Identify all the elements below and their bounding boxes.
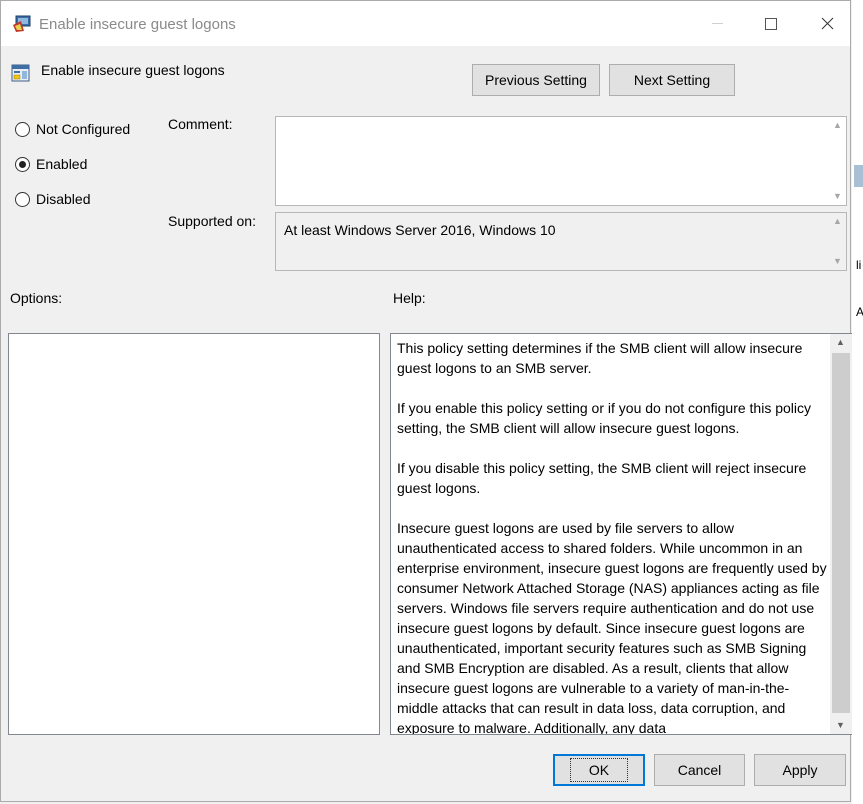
scroll-up-icon[interactable]: ▲ xyxy=(829,213,846,230)
scroll-down-icon[interactable]: ▼ xyxy=(832,717,849,734)
ok-button-label: OK xyxy=(569,758,629,782)
scroll-up-icon[interactable]: ▲ xyxy=(832,334,849,351)
background-window-edge xyxy=(852,0,863,804)
comment-scrollbar[interactable]: ▲ ▼ xyxy=(829,117,846,205)
close-icon xyxy=(821,17,833,30)
title-bar[interactable]: Enable insecure guest logons xyxy=(1,1,850,46)
close-button[interactable] xyxy=(804,1,850,46)
background-window-highlight xyxy=(854,165,863,187)
radio-not-configured-label: Not Configured xyxy=(36,121,131,137)
background-window-text: A xyxy=(856,305,863,319)
radio-not-configured-circle[interactable] xyxy=(15,121,30,137)
policy-name: Enable insecure guest logons xyxy=(41,62,225,78)
supported-on-value: At least Windows Server 2016, Windows 10 xyxy=(284,222,556,238)
cancel-button[interactable]: Cancel xyxy=(654,754,745,786)
maximize-icon xyxy=(765,17,777,30)
radio-disabled-circle[interactable] xyxy=(15,191,30,207)
supported-scrollbar[interactable]: ▲ ▼ xyxy=(829,213,846,270)
policy-dialog: Enable insecure guest logons Enable inse… xyxy=(0,0,853,802)
help-paragraph: This policy setting determines if the SM… xyxy=(397,340,803,376)
previous-setting-button[interactable]: Previous Setting xyxy=(472,64,600,96)
scroll-down-icon[interactable]: ▼ xyxy=(829,188,846,205)
group-policy-icon xyxy=(13,15,31,32)
radio-enabled-circle[interactable] xyxy=(15,156,30,172)
scroll-up-icon[interactable]: ▲ xyxy=(829,117,846,134)
help-scrollbar[interactable]: ▲ ▼ xyxy=(830,334,852,734)
help-scroll-thumb[interactable] xyxy=(832,353,850,713)
radio-enabled-label: Enabled xyxy=(36,156,88,172)
radio-disabled[interactable]: Disabled xyxy=(15,191,90,207)
options-panel xyxy=(8,333,380,735)
help-panel[interactable]: This policy setting determines if the SM… xyxy=(390,333,853,735)
scroll-down-icon[interactable]: ▼ xyxy=(829,253,846,270)
policy-setting-icon xyxy=(11,64,30,82)
next-setting-button[interactable]: Next Setting xyxy=(609,64,735,96)
comment-label: Comment: xyxy=(168,116,233,132)
minimize-icon xyxy=(711,23,723,24)
radio-enabled[interactable]: Enabled xyxy=(15,156,87,172)
minimize-button[interactable] xyxy=(694,1,740,46)
help-paragraph: If you disable this policy setting, the … xyxy=(397,460,807,496)
radio-disabled-label: Disabled xyxy=(36,191,91,207)
help-label: Help: xyxy=(393,290,426,306)
window-title: Enable insecure guest logons xyxy=(39,16,236,33)
options-label: Options: xyxy=(10,290,63,306)
apply-button[interactable]: Apply xyxy=(754,754,846,786)
ok-button[interactable]: OK xyxy=(553,754,645,786)
help-paragraph: Insecure guest logons are used by file s… xyxy=(397,520,827,735)
comment-field[interactable]: ▲ ▼ xyxy=(275,116,847,206)
background-window-text: li xyxy=(856,258,862,272)
help-paragraph: If you enable this policy setting or if … xyxy=(397,400,812,436)
supported-on-field: At least Windows Server 2016, Windows 10… xyxy=(275,212,847,271)
help-text: This policy setting determines if the SM… xyxy=(397,338,827,735)
radio-not-configured[interactable]: Not Configured xyxy=(15,121,130,137)
maximize-button[interactable] xyxy=(748,1,794,46)
supported-on-label: Supported on: xyxy=(168,213,256,229)
